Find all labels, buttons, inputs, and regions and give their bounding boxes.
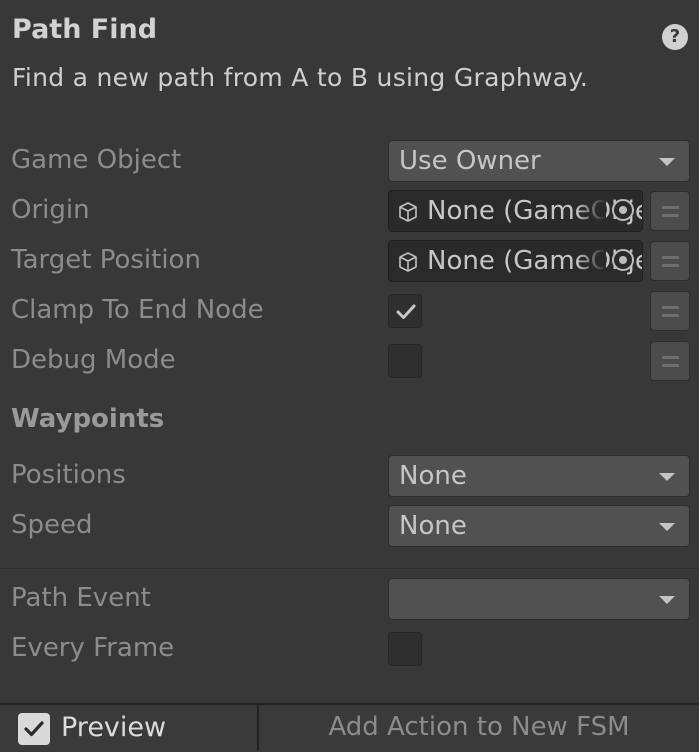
game-object-dropdown[interactable]: Use Owner (388, 140, 690, 182)
clamp-to-end-node-label: Clamp To End Node (11, 295, 264, 325)
target-position-object-field[interactable]: None (GameObject) (388, 240, 643, 282)
gameobject-cube-icon (399, 252, 417, 272)
target-position-label: Target Position (11, 245, 201, 275)
positions-dropdown[interactable]: None (388, 455, 690, 497)
debug-mode-label: Debug Mode (11, 345, 176, 375)
action-title: Path Find (12, 14, 158, 45)
every-frame-label: Every Frame (11, 633, 175, 663)
target-position-value: None (GameObject) (427, 246, 642, 276)
add-action-to-new-fsm-button[interactable]: Add Action to New FSM (259, 705, 699, 750)
path-event-dropdown[interactable] (388, 578, 690, 620)
origin-object-field[interactable]: None (GameObject) (388, 190, 643, 232)
origin-value: None (GameObject) (427, 196, 642, 226)
every-frame-checkbox[interactable] (388, 632, 422, 666)
origin-variable-toggle[interactable] (650, 191, 690, 231)
chevron-down-icon (659, 158, 675, 166)
debug-mode-variable-toggle[interactable] (650, 341, 690, 381)
preview-checkbox[interactable] (18, 713, 50, 745)
object-picker-icon[interactable] (612, 199, 634, 221)
action-description: Find a new path from A to B using Graphw… (12, 63, 589, 92)
game-object-label: Game Object (11, 145, 182, 175)
target-position-variable-toggle[interactable] (650, 241, 690, 281)
gameobject-cube-icon (399, 202, 417, 222)
chevron-down-icon (659, 596, 675, 604)
speed-dropdown[interactable]: None (388, 505, 690, 547)
checkmark-icon (24, 721, 44, 737)
clamp-to-end-node-variable-toggle[interactable] (650, 291, 690, 331)
positions-label: Positions (11, 460, 126, 490)
checkmark-icon (396, 304, 416, 319)
chevron-down-icon (659, 473, 675, 481)
preview-label[interactable]: Preview (61, 712, 166, 743)
object-picker-icon[interactable] (612, 249, 634, 271)
path-event-label: Path Event (11, 583, 151, 613)
origin-label: Origin (11, 195, 90, 225)
chevron-down-icon (659, 523, 675, 531)
clamp-to-end-node-checkbox[interactable] (388, 294, 422, 328)
help-icon[interactable]: ? (662, 24, 688, 50)
debug-mode-checkbox[interactable] (388, 344, 422, 378)
speed-value: None (399, 511, 467, 541)
section-divider (0, 568, 699, 569)
game-object-value: Use Owner (399, 146, 541, 176)
waypoints-heading: Waypoints (11, 404, 165, 434)
speed-label: Speed (11, 510, 93, 540)
positions-value: None (399, 461, 467, 491)
